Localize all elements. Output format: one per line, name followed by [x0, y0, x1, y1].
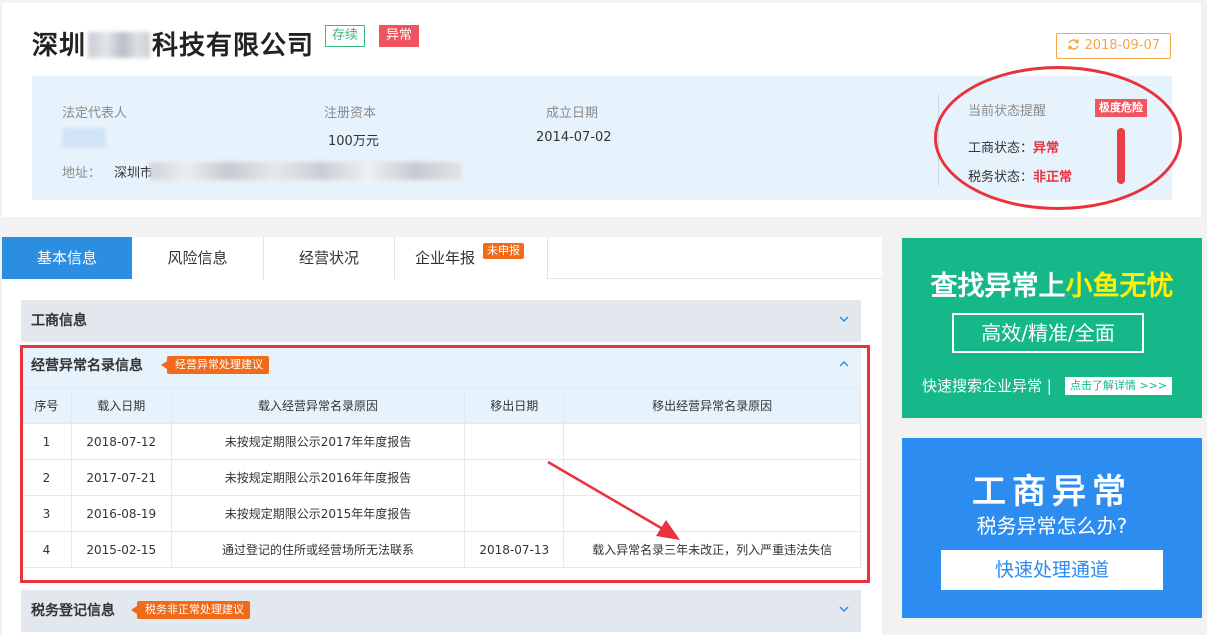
- ad-green-title: 查找异常上小鱼无忧: [902, 264, 1202, 303]
- section-tax-registration[interactable]: 税务登记信息 税务非正常处理建议: [21, 590, 861, 632]
- fast-channel-button[interactable]: 快速处理通道: [941, 550, 1163, 590]
- ad-blue-title: 工商异常: [972, 472, 1132, 512]
- ad-green-button[interactable]: 高效/精准/全面: [952, 313, 1144, 353]
- ad-green-footer: 快速搜索企业异常 |: [922, 377, 1052, 395]
- ad-blue-subtitle: 税务异常怎么办?: [976, 514, 1128, 538]
- ad-banner-business-abnormal[interactable]: 工商异常 税务异常怎么办? 快速处理通道: [902, 438, 1202, 618]
- ad-green-details-link[interactable]: 点击了解详情 >>>: [1065, 377, 1173, 395]
- chevron-down-icon: [839, 606, 849, 613]
- section-tax-registration-title: 税务登记信息: [31, 603, 115, 619]
- ad-green-title-brand: 小鱼无忧: [1065, 271, 1174, 302]
- ad-banner-xiaoyu[interactable]: 查找异常上小鱼无忧 高效/精准/全面 快速搜索企业异常 | 点击了解详情 >>>: [902, 238, 1202, 418]
- ad-green-title-main: 查找异常上: [930, 271, 1066, 302]
- tax-advice-badge[interactable]: 税务非正常处理建议: [131, 601, 250, 619]
